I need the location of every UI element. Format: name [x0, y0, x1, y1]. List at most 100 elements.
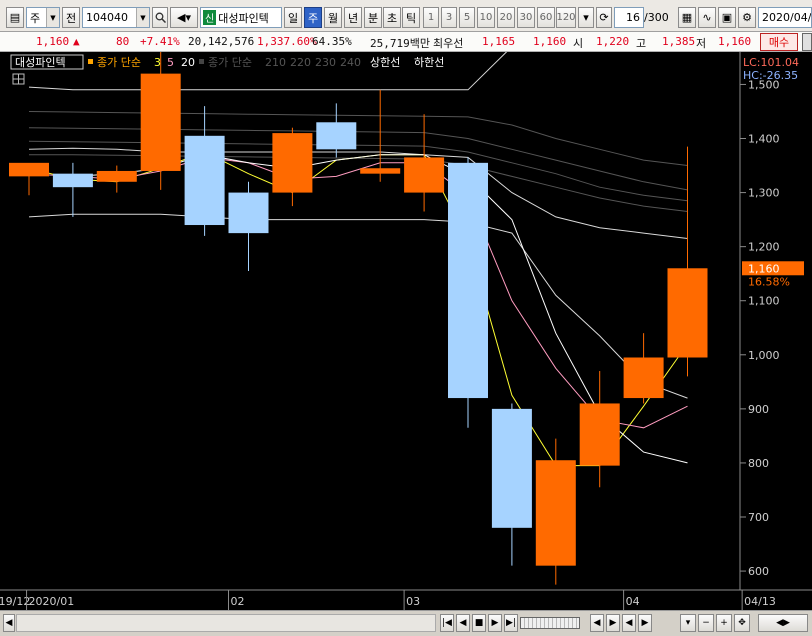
first-page-icon[interactable]: |◀ — [440, 614, 454, 632]
toolbar: ▤ 주 ▼ 전 104040 ▼ ◀▾ 신 대성파인텍 일 주 월 년 분 초 틱 … — [0, 0, 812, 32]
scroll-left-icon[interactable]: ◀ — [3, 614, 15, 632]
interval-button[interactable]: 5 — [459, 7, 475, 28]
candle-body — [535, 460, 576, 566]
tools-icon[interactable]: ▦ — [678, 7, 696, 28]
high-price: 1,385 — [662, 35, 696, 48]
price-change: 80 — [116, 35, 130, 48]
low-price: 1,160 — [718, 35, 752, 48]
legend-limit-up: 상한선 — [370, 56, 400, 69]
zoom-in-left-icon[interactable]: ▶ — [606, 614, 620, 632]
zoom-slider-right[interactable]: ◀▶ — [758, 614, 808, 632]
market-select[interactable]: 주 ▼ — [26, 7, 60, 28]
sound-icon[interactable]: ◀▾ — [170, 7, 198, 28]
volume: 20,142,576 — [188, 35, 255, 48]
stock-name-field: 신 대성파인텍 — [200, 7, 282, 28]
best-ask: 1,165 — [482, 35, 516, 48]
legend-ma-5: 5 — [167, 56, 174, 69]
y-tick-label: 1,300 — [748, 187, 780, 200]
chevron-down-icon: ▼ — [136, 8, 149, 27]
trade-amount: 25,719백만 — [370, 37, 430, 50]
buy-button[interactable]: 매수 — [760, 33, 798, 51]
prefix-button[interactable]: 전 — [62, 7, 80, 28]
period-second-button[interactable]: 초 — [383, 7, 401, 28]
legend-marker — [88, 59, 93, 64]
scroll-right-button[interactable] — [802, 33, 812, 51]
open-label: 시 — [573, 37, 584, 50]
interval-button[interactable]: 1 — [423, 7, 439, 28]
interval-button[interactable]: 120 — [556, 7, 576, 28]
y-tick-label: 1,000 — [748, 349, 780, 362]
change-percent: +7.41% — [140, 35, 180, 48]
wave-icon[interactable]: ∿ — [698, 7, 716, 28]
price-tag-value: 1,160 — [748, 262, 780, 275]
candle-body — [184, 135, 225, 226]
period-tick-button[interactable]: 틱 — [402, 7, 420, 28]
zoom-out-right-icon[interactable]: ◀ — [622, 614, 636, 632]
search-icon[interactable] — [152, 7, 168, 28]
candle-body — [491, 408, 532, 528]
settings-icon[interactable]: ⚙ — [738, 7, 756, 28]
open-price: 1,220 — [596, 35, 630, 48]
stock-name: 대성파인텍 — [218, 11, 269, 25]
legend-ma-extra-name: 종가 단순 — [208, 56, 252, 69]
move-icon[interactable]: ✥ — [734, 614, 750, 632]
x-tick-label: 04 — [626, 595, 640, 608]
candle-body — [623, 357, 664, 399]
interval-button[interactable]: 10 — [477, 7, 495, 28]
y-tick-label: 1,100 — [748, 295, 780, 308]
interval-button[interactable]: 60 — [537, 7, 555, 28]
interval-button[interactable]: 20 — [497, 7, 515, 28]
plus-icon[interactable]: + — [716, 614, 732, 632]
scroll-track[interactable] — [16, 614, 436, 632]
stop-icon[interactable]: ■ — [472, 614, 486, 632]
candle-body — [316, 122, 357, 150]
volume-ratio: 1,337.60% — [257, 35, 317, 48]
next-page-icon[interactable]: ▶ — [488, 614, 502, 632]
bottom-scrollbar: ◀ |◀ ◀ ■ ▶ ▶| ◀ ▶ ◀ ▶ ▾ − + ✥ ◀▶ — [0, 610, 812, 636]
shrink-icon[interactable]: ▾ — [680, 614, 696, 632]
stock-code-input[interactable]: 104040 ▼ — [82, 7, 150, 28]
x-tick-label: 2020/01 — [29, 595, 75, 608]
date-input[interactable]: 2020/04/ — [758, 7, 812, 28]
candle-body — [579, 403, 620, 466]
candle-body — [140, 73, 181, 171]
y-tick-label: 1,400 — [748, 133, 780, 146]
interval-button[interactable]: 30 — [517, 7, 535, 28]
candlestick-chart[interactable]: 6007008009001,0001,1001,2001,3001,4001,5… — [0, 52, 812, 610]
chart-menu-icon[interactable]: ▤ — [6, 7, 24, 28]
current-price: 1,160 — [36, 35, 70, 48]
period-minute-button[interactable]: 분 — [364, 7, 382, 28]
lc-label: LC:101.04 — [743, 56, 799, 69]
refresh-icon[interactable]: ⟳ — [596, 7, 612, 28]
y-tick-label: 600 — [748, 565, 769, 578]
period-month-button[interactable]: 월 — [324, 7, 342, 28]
candle-body — [404, 157, 445, 193]
period-day-button[interactable]: 일 — [284, 7, 302, 28]
x-tick-label: 02 — [231, 595, 245, 608]
save-icon[interactable]: ▣ — [718, 7, 736, 28]
count-input[interactable]: 16 — [614, 7, 644, 28]
high-label: 고 — [636, 37, 647, 50]
candle-body — [667, 268, 708, 358]
candle-body — [272, 133, 313, 193]
best-quote-label: 최우선 — [433, 37, 464, 50]
zoom-out-left-icon[interactable]: ◀ — [590, 614, 604, 632]
turnover-ratio: 64.35% — [312, 35, 352, 48]
period-year-button[interactable]: 년 — [344, 7, 362, 28]
chevron-down-icon: ▼ — [46, 8, 59, 27]
x-tick-label: 04/13 — [744, 595, 776, 608]
interval-dropdown-icon[interactable]: ▾ — [578, 7, 594, 28]
minus-icon[interactable]: − — [698, 614, 714, 632]
up-arrow-icon: ▲ — [73, 35, 80, 48]
legend-limit-down: 하한선 — [414, 55, 444, 69]
last-page-icon[interactable]: ▶| — [504, 614, 518, 632]
price-tag-percent: 16.58% — [748, 275, 790, 288]
y-tick-label: 900 — [748, 403, 769, 416]
interval-button[interactable]: 3 — [441, 7, 457, 28]
prev-page-icon[interactable]: ◀ — [456, 614, 470, 632]
zoom-in-right-icon[interactable]: ▶ — [638, 614, 652, 632]
zoom-slider[interactable] — [520, 617, 580, 629]
candle-body — [228, 192, 269, 234]
legend-ma-20: 20 — [181, 56, 195, 69]
period-week-button[interactable]: 주 — [304, 7, 322, 28]
